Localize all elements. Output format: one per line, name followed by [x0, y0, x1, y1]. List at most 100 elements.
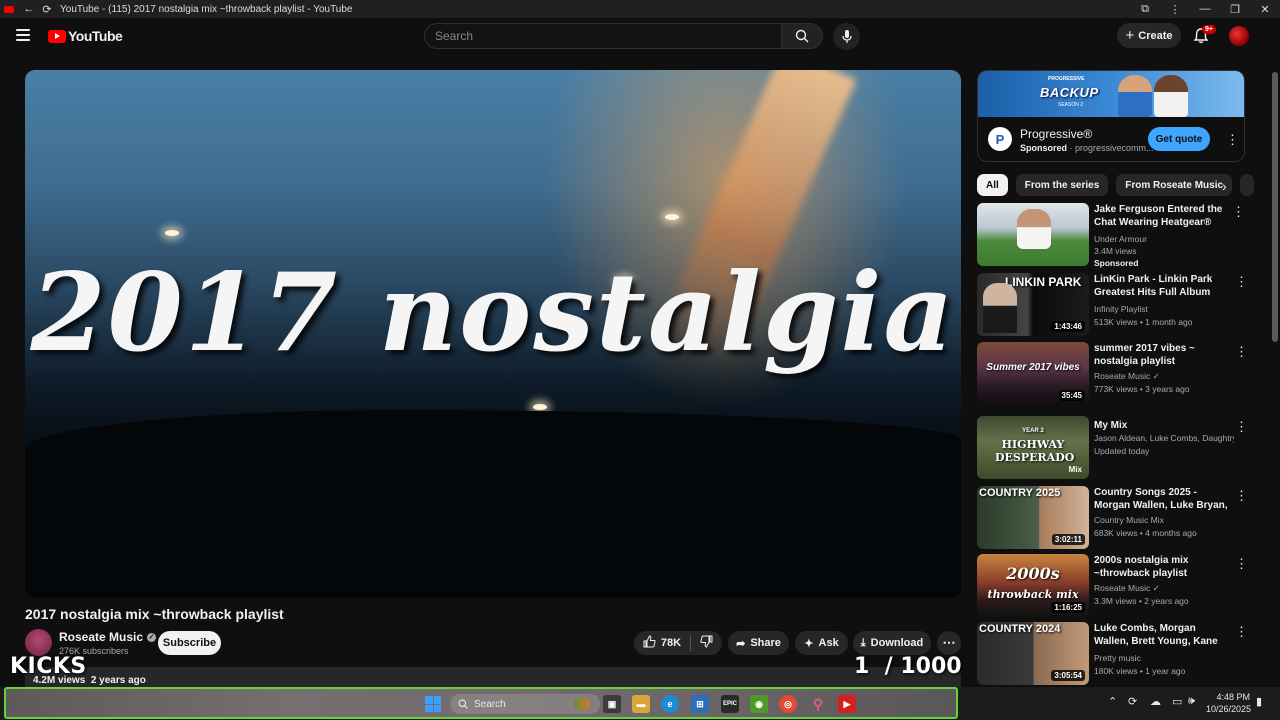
youtube-logo[interactable]: YouTube — [48, 28, 123, 44]
recommended-channel: Infinity Playlist — [1094, 304, 1148, 314]
youtube-app-icon[interactable]: ▶ — [838, 695, 856, 713]
video-thumbnail[interactable]: 2000s throwback mix 1:16:25 — [977, 554, 1089, 617]
logo-text: YouTube — [68, 28, 123, 44]
video-more-icon[interactable]: ⋮ — [1235, 275, 1248, 288]
video-more-icon[interactable]: ⋮ — [1235, 489, 1248, 502]
voice-search-button[interactable] — [833, 23, 860, 50]
ask-button[interactable]: ✦ Ask — [795, 631, 848, 655]
thumbs-up-icon[interactable] — [643, 635, 656, 651]
file-explorer-icon[interactable]: ▬ — [632, 695, 650, 713]
network-icon[interactable]: ▭ — [1172, 695, 1182, 708]
thumbs-down-icon[interactable] — [700, 635, 713, 651]
extensions-icon[interactable]: ⧉ — [1130, 3, 1160, 16]
task-view-icon[interactable]: ▣ — [603, 695, 621, 713]
recommended-video[interactable]: COUNTRY 2025 3:02:11 Country Songs 2025 … — [977, 486, 1248, 549]
edge-browser-icon[interactable]: e — [661, 695, 679, 713]
chevron-right-icon[interactable]: › — [1222, 178, 1227, 194]
chip-from-roseate-music[interactable]: From Roseate Music — [1116, 174, 1233, 196]
like-count[interactable]: 78K — [661, 637, 681, 649]
thumbnail-text: COUNTRY 2025 — [979, 487, 1061, 499]
video-more-icon[interactable]: ⋮ — [1235, 625, 1248, 638]
minimize-icon[interactable]: — — [1190, 3, 1220, 15]
create-button[interactable]: + Create — [1117, 23, 1181, 48]
restore-icon[interactable]: ❐ — [1220, 3, 1250, 16]
taskbar-search[interactable]: Search — [450, 694, 600, 714]
recommended-title[interactable]: Country Songs 2025 - Morgan Wallen, Luke… — [1094, 486, 1230, 512]
account-avatar[interactable] — [1229, 26, 1249, 46]
video-thumbnail[interactable]: Summer 2017 vibes 35:45 — [977, 342, 1089, 405]
search-input[interactable] — [425, 24, 781, 48]
video-more-icon[interactable]: ⋮ — [1235, 345, 1248, 358]
system-clock[interactable]: 4:48 PM 10/26/2025 — [1206, 691, 1251, 715]
maps-pin-icon[interactable]: ⚲ — [809, 695, 827, 713]
recommended-title[interactable]: My Mix — [1094, 419, 1230, 432]
ad-more-icon[interactable]: ⋮ — [1226, 133, 1239, 146]
notification-center-icon[interactable]: ▮ — [1256, 695, 1262, 708]
reload-icon[interactable]: ⟳ — [38, 0, 56, 18]
video-thumbnail[interactable]: LINKIN PARK 1:43:46 — [977, 273, 1089, 336]
onedrive-icon[interactable]: ☁ — [1150, 695, 1161, 708]
nvidia-icon[interactable]: ◉ — [750, 695, 768, 713]
recommended-video[interactable]: Jake Ferguson Entered the Chat Wearing H… — [977, 203, 1245, 268]
subscribe-button[interactable]: Subscribe — [158, 631, 221, 655]
chip-overflow[interactable] — [1240, 174, 1255, 196]
recommended-title[interactable]: Jake Ferguson Entered the Chat Wearing H… — [1094, 203, 1230, 229]
back-icon[interactable]: ← — [20, 0, 38, 18]
recommended-channel: Jason Aldean, Luke Combs, Daughtry, an..… — [1094, 433, 1234, 443]
get-quote-button[interactable]: Get quote — [1148, 127, 1210, 151]
chip-all[interactable]: All — [977, 174, 1008, 196]
video-more-icon[interactable]: ⋮ — [1235, 557, 1248, 570]
windows-start-icon[interactable] — [425, 696, 441, 712]
channel-avatar[interactable] — [25, 629, 52, 656]
recommended-video[interactable]: 2000s throwback mix 1:16:25 2000s nostal… — [977, 554, 1248, 617]
tray-chevron-icon[interactable]: ⌃ — [1108, 695, 1117, 708]
chip-from-the-series[interactable]: From the series — [1015, 174, 1109, 196]
video-more-icon[interactable]: ⋮ — [1235, 420, 1248, 433]
recommended-title[interactable]: summer 2017 vibes ~ nostalgia playlist — [1094, 342, 1230, 368]
recommended-channel: Roseate Music ✓ — [1094, 583, 1160, 593]
recommended-title[interactable]: Luke Combs, Morgan Wallen, Brett Young, … — [1094, 622, 1230, 648]
chrome-icon[interactable]: ◎ — [779, 695, 797, 713]
hamburger-menu-icon[interactable] — [16, 29, 30, 41]
ad-banner[interactable]: PROGRESSIVE BACKUP SEASON 2 — [978, 71, 1244, 117]
video-duration: 3:02:11 — [1051, 534, 1085, 545]
ad-domain: progressivecomm... — [1075, 143, 1154, 153]
microsoft-store-icon[interactable]: ⊞ — [691, 695, 709, 713]
download-icon: ⤓ — [860, 636, 866, 649]
recommended-video[interactable]: LINKIN PARK 1:43:46 LinKin Park - Linkin… — [977, 273, 1248, 336]
search-button[interactable] — [781, 23, 823, 49]
scrollbar-thumb[interactable] — [1272, 72, 1278, 342]
epic-games-icon[interactable]: EPIC — [721, 695, 739, 713]
sponsored-ad-card[interactable]: PROGRESSIVE BACKUP SEASON 2 P Progressiv… — [977, 70, 1245, 162]
page-scrollbar[interactable] — [1270, 54, 1280, 684]
recommended-title[interactable]: 2000s nostalgia mix ~throwback playlist — [1094, 554, 1230, 580]
recommended-channel: Roseate Music ✓ — [1094, 371, 1160, 381]
volume-icon[interactable]: 🕪 — [1188, 695, 1195, 708]
channel-name[interactable]: Roseate Music ✓ — [59, 630, 157, 644]
search-icon — [795, 29, 809, 43]
video-more-icon[interactable]: ⋮ — [1232, 205, 1245, 218]
more-actions-button[interactable]: ⋯ — [937, 631, 961, 655]
tray-sync-icon[interactable]: ⟳ — [1128, 695, 1137, 708]
video-thumbnail[interactable]: COUNTRY 2025 3:02:11 — [977, 486, 1089, 549]
video-thumbnail[interactable]: COUNTRY 2024 3:05:54 — [977, 622, 1089, 685]
like-dislike-group: 78K — [634, 631, 722, 655]
like-divider — [690, 635, 692, 651]
recommended-video[interactable]: COUNTRY 2024 3:05:54 Luke Combs, Morgan … — [977, 622, 1248, 685]
sky-light — [665, 214, 679, 220]
video-thumbnail[interactable]: YEAR 2 HIGHWAY DESPERADO Mix — [977, 416, 1089, 479]
recommended-video[interactable]: YEAR 2 HIGHWAY DESPERADO Mix My Mix Jaso… — [977, 416, 1248, 479]
close-icon[interactable]: ✕ — [1250, 3, 1280, 16]
video-thumbnail[interactable] — [977, 203, 1089, 266]
thumbnail-text: HIGHWAY DESPERADO — [995, 438, 1075, 464]
recommended-meta: 773K views • 3 years ago — [1094, 384, 1190, 394]
video-player[interactable]: 2017 nostalgia — [25, 70, 961, 598]
share-button[interactable]: ➦ Share — [728, 631, 789, 655]
recommended-title[interactable]: LinKin Park - Linkin Park Greatest Hits … — [1094, 273, 1230, 299]
download-button[interactable]: ⤓ Download — [853, 631, 931, 655]
description-box[interactable]: 4.2M views 2 years ago — [25, 667, 961, 687]
sky-light — [165, 230, 179, 236]
recommended-video[interactable]: Summer 2017 vibes 35:45 summer 2017 vibe… — [977, 342, 1248, 405]
browser-menu-icon[interactable]: ⋮ — [1160, 3, 1190, 16]
thumbnail-person — [983, 283, 1017, 333]
